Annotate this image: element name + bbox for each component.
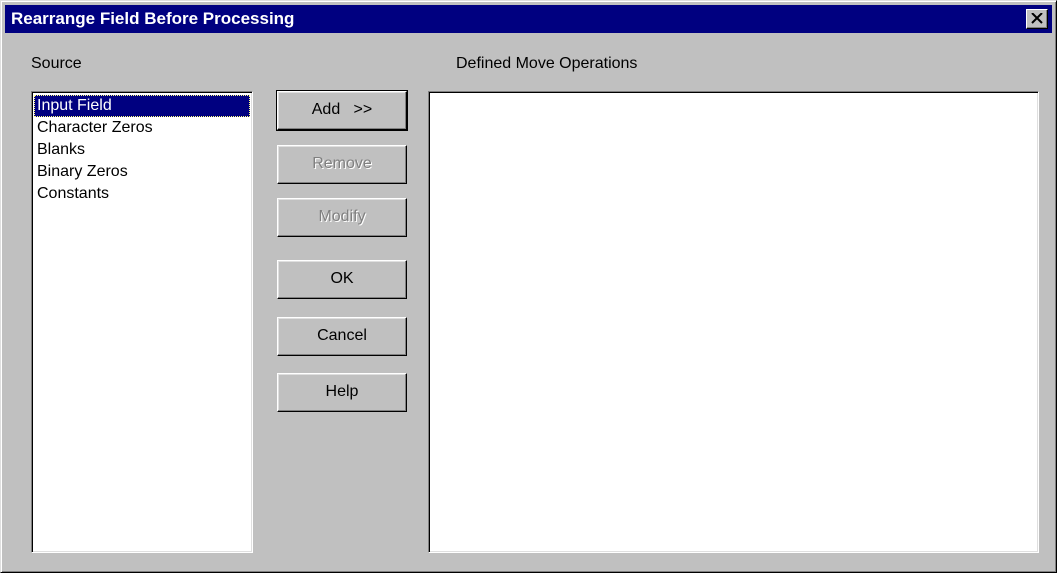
source-item-character-zeros[interactable]: Character Zeros <box>34 117 250 139</box>
defined-moves-listbox[interactable] <box>428 91 1039 553</box>
rearrange-field-dialog: Rearrange Field Before Processing Source… <box>0 0 1057 573</box>
source-label: Source <box>31 55 82 72</box>
source-item-binary-zeros[interactable]: Binary Zeros <box>34 161 250 183</box>
add-button-label: Add >> <box>311 101 373 118</box>
remove-button[interactable]: Remove <box>277 145 407 184</box>
help-button[interactable]: Help <box>277 373 407 412</box>
close-x-icon <box>1031 13 1043 24</box>
cancel-button[interactable]: Cancel <box>277 317 407 356</box>
remove-button-label: Remove <box>312 155 372 172</box>
source-item-input-field[interactable]: Input Field <box>34 95 250 117</box>
source-listbox[interactable]: Input Field Character Zeros Blanks Binar… <box>31 91 253 553</box>
modify-button[interactable]: Modify <box>277 198 407 237</box>
source-item-constants[interactable]: Constants <box>34 183 250 205</box>
dialog-title: Rearrange Field Before Processing <box>11 9 295 28</box>
cancel-button-label: Cancel <box>317 327 367 344</box>
close-button[interactable] <box>1026 9 1048 29</box>
add-button[interactable]: Add >> <box>276 90 408 131</box>
help-button-label: Help <box>325 383 359 400</box>
ok-button-label: OK <box>330 270 354 287</box>
source-item-blanks[interactable]: Blanks <box>34 139 250 161</box>
title-bar[interactable]: Rearrange Field Before Processing <box>5 5 1052 33</box>
defined-moves-label: Defined Move Operations <box>456 55 638 72</box>
ok-button[interactable]: OK <box>277 260 407 299</box>
modify-button-label: Modify <box>318 208 366 225</box>
